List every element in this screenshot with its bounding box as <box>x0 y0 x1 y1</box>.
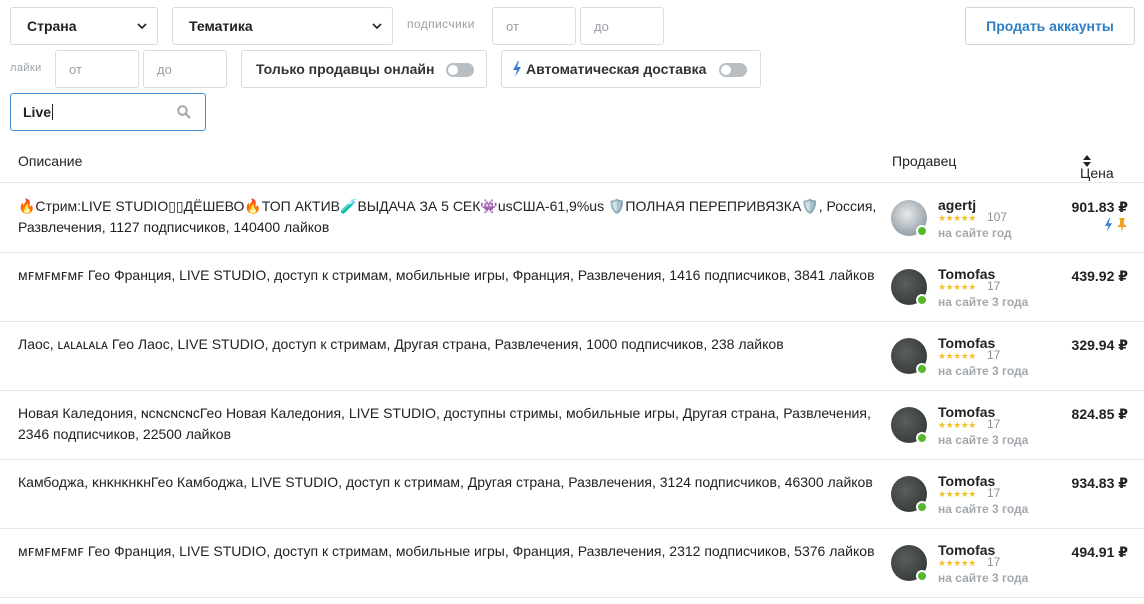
likes-from-placeholder: от <box>69 61 82 77</box>
col-price-label: Цена <box>1080 165 1114 181</box>
search-input[interactable]: Live <box>10 93 206 131</box>
rating-stars-icon: ★★★★★ <box>938 282 976 292</box>
seller-since: на сайте год <box>938 226 1012 240</box>
table-row[interactable]: 🔥Стрим:LIVE STUDIO▯▯ДЁШЕВО🔥ТОП АКТИВ🧪ВЫД… <box>0 184 1144 253</box>
online-indicator <box>916 225 928 237</box>
col-description: Описание <box>18 153 83 169</box>
rating-stars-icon: ★★★★★ <box>938 420 976 430</box>
rating-stars-icon: ★★★★★ <box>938 351 976 361</box>
seller-since: на сайте 3 года <box>938 295 1029 309</box>
subscribers-to-input[interactable]: до <box>580 7 664 45</box>
seller-since: на сайте 3 года <box>938 433 1029 447</box>
likes-to-placeholder: до <box>157 61 172 77</box>
row-description[interactable]: Лаос, ʟᴀʟᴀʟᴀʟᴀ Гео Лаос, LIVE STUDIO, до… <box>18 334 880 355</box>
subscribers-label: подписчики <box>407 17 475 31</box>
country-select[interactable]: Страна <box>10 7 158 45</box>
review-count: 107 <box>987 210 1008 224</box>
online-indicator <box>916 294 928 306</box>
theme-select[interactable]: Тематика <box>172 7 393 45</box>
row-description[interactable]: Камбоджа, ᴋʜᴋʜᴋʜᴋʜГео Камбоджа, LIVE STU… <box>18 472 880 493</box>
search-value: Live <box>23 104 52 120</box>
auto-delivery-toggle[interactable]: Автоматическая доставка <box>501 50 761 88</box>
price: 329.94 ₽ <box>1071 337 1128 353</box>
price: 824.85 ₽ <box>1071 406 1128 422</box>
review-count: 17 <box>987 279 1001 293</box>
table-row[interactable]: Новая Каледония, ɴᴄɴᴄɴᴄɴᴄГео Новая Калед… <box>0 391 1144 460</box>
pin-icon <box>1117 218 1127 232</box>
subscribers-to-placeholder: до <box>594 18 609 34</box>
seller-since: на сайте 3 года <box>938 502 1029 516</box>
row-description[interactable]: ᴍꜰᴍꜰᴍꜰᴍꜰ Гео Франция, LIVE STUDIO, досту… <box>18 541 880 562</box>
table-header: Описание Продавец Цена <box>0 141 1144 183</box>
lightning-icon <box>1105 218 1112 232</box>
table-row[interactable]: Лаос, ʟᴀʟᴀʟᴀʟᴀ Гео Лаос, LIVE STUDIO, до… <box>0 322 1144 391</box>
online-indicator <box>916 570 928 582</box>
text-caret <box>52 104 54 120</box>
rating-stars-icon: ★★★★★ <box>938 489 976 499</box>
sell-accounts-label: Продать аккаунты <box>986 18 1114 34</box>
row-description[interactable]: ᴍꜰᴍꜰᴍꜰᴍꜰ Гео Франция, LIVE STUDIO, досту… <box>18 265 880 286</box>
lightning-icon <box>513 61 521 77</box>
only-online-toggle[interactable]: Только продавцы онлайн <box>241 50 487 88</box>
price: 439.92 ₽ <box>1071 268 1128 284</box>
online-indicator <box>916 432 928 444</box>
seller-since: на сайте 3 года <box>938 364 1029 378</box>
rating-stars-icon: ★★★★★ <box>938 213 976 223</box>
row-badges <box>1104 218 1128 232</box>
likes-label: лайки <box>10 62 42 74</box>
row-description[interactable]: 🔥Стрим:LIVE STUDIO▯▯ДЁШЕВО🔥ТОП АКТИВ🧪ВЫД… <box>18 196 880 238</box>
subscribers-from-placeholder: от <box>506 18 519 34</box>
row-description[interactable]: Новая Каледония, ɴᴄɴᴄɴᴄɴᴄГео Новая Калед… <box>18 403 880 445</box>
price: 494.91 ₽ <box>1071 544 1128 560</box>
country-select-label: Страна <box>27 18 77 34</box>
price: 934.83 ₽ <box>1071 475 1128 491</box>
search-icon[interactable] <box>177 105 191 119</box>
auto-delivery-label: Автоматическая доставка <box>526 61 707 77</box>
review-count: 17 <box>987 486 1001 500</box>
online-indicator <box>916 363 928 375</box>
table-row[interactable]: Камбоджа, ᴋʜᴋʜᴋʜᴋʜГео Камбоджа, LIVE STU… <box>0 460 1144 529</box>
chevron-down-icon <box>372 23 382 30</box>
review-count: 17 <box>987 417 1001 431</box>
likes-to-input[interactable]: до <box>143 50 227 88</box>
seller-since: на сайте 3 года <box>938 571 1029 585</box>
chevron-down-icon <box>137 23 147 30</box>
only-online-label: Только продавцы онлайн <box>256 61 435 77</box>
auto-delivery-switch[interactable] <box>719 63 747 77</box>
theme-select-label: Тематика <box>189 18 253 34</box>
rating-stars-icon: ★★★★★ <box>938 558 976 568</box>
col-seller: Продавец <box>892 153 957 169</box>
table-row[interactable]: ᴍꜰᴍꜰᴍꜰᴍꜰ Гео Франция, LIVE STUDIO, досту… <box>0 253 1144 322</box>
sell-accounts-button[interactable]: Продать аккаунты <box>965 7 1135 45</box>
online-indicator <box>916 501 928 513</box>
seller-name[interactable]: agertj <box>938 197 976 213</box>
likes-from-input[interactable]: от <box>55 50 139 88</box>
price: 901.83 ₽ <box>1071 199 1128 215</box>
table-row[interactable]: ᴍꜰᴍꜰᴍꜰᴍꜰ Гео Франция, LIVE STUDIO, досту… <box>0 529 1144 598</box>
col-price-sort[interactable]: Цена <box>1080 153 1114 181</box>
subscribers-from-input[interactable]: от <box>492 7 576 45</box>
review-count: 17 <box>987 348 1001 362</box>
review-count: 17 <box>987 555 1001 569</box>
only-online-switch[interactable] <box>446 63 474 77</box>
